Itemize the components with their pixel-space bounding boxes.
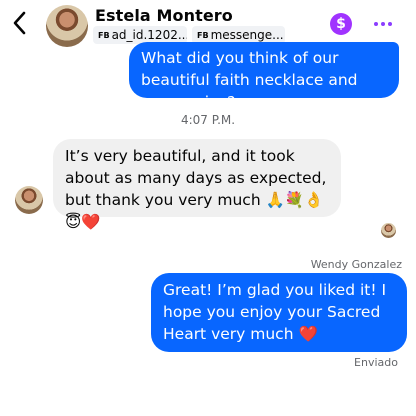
delivery-status: Enviado <box>354 356 398 369</box>
seen-receipt-avatar <box>381 223 396 238</box>
sender-label: Wendy Gonzalez <box>310 258 402 271</box>
dot <box>381 22 385 26</box>
message-timestamp: 4:07 P.M. <box>180 113 236 127</box>
more-options-button[interactable] <box>373 14 393 34</box>
payment-button[interactable]: $ <box>330 13 352 35</box>
contact-avatar-small[interactable] <box>15 186 43 214</box>
message-text: What did you think of our beautiful fait… <box>141 49 358 111</box>
outgoing-message-bubble[interactable]: Great! I’m glad you liked it! I hope you… <box>151 273 407 352</box>
contact-name[interactable]: Estela Montero <box>95 6 233 25</box>
incoming-message-bubble[interactable]: It’s very beautiful, and it took about a… <box>53 139 341 231</box>
message-text: Great! I’m glad you liked it! I hope you… <box>163 281 387 343</box>
message-text: It’s very beautiful, and it took about a… <box>65 147 327 231</box>
back-chevron-icon <box>13 11 26 35</box>
facebook-badge: FB <box>197 30 209 40</box>
more-dots-icon <box>374 22 378 26</box>
dot <box>388 22 392 26</box>
dollar-icon: $ <box>336 16 346 32</box>
contact-avatar[interactable] <box>46 5 88 47</box>
tag-label: messenge... <box>210 28 284 42</box>
tag-label: ad_id.1202... <box>111 28 187 42</box>
back-button[interactable] <box>8 8 30 38</box>
facebook-badge: FB <box>98 30 110 40</box>
outgoing-message-bubble[interactable]: What did you think of our beautiful fait… <box>129 42 399 111</box>
